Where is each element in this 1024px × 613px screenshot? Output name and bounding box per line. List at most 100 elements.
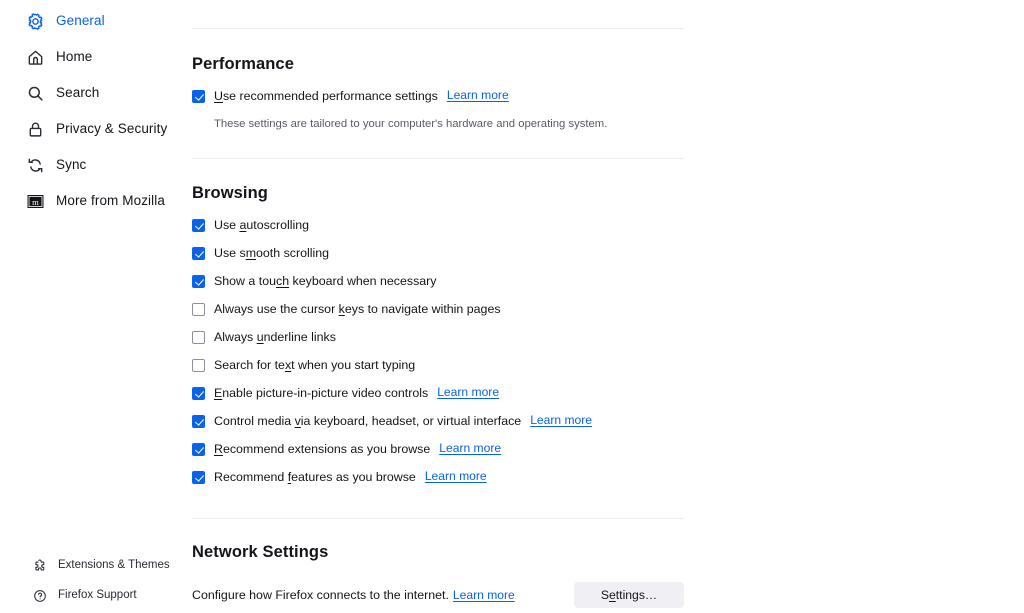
sidebar-item-privacy-security[interactable]: Privacy & Security (0, 111, 192, 147)
performance-note: These settings are tailored to your comp… (214, 118, 608, 130)
label-post: keyboard when necessary (289, 274, 437, 288)
access-key: ch (276, 274, 290, 288)
checkbox-use-autoscrolling[interactable] (192, 219, 205, 232)
access-key: u (256, 330, 264, 344)
row-label: Always underline links (214, 329, 336, 345)
row-label: Use autoscrolling (214, 217, 309, 233)
row-recommend-extensions[interactable]: Recommend extensions as you browse Learn… (192, 441, 684, 469)
browsing-options-list: Use autoscrolling Use smooth scrolling S… (192, 217, 684, 497)
row-always-underline-links[interactable]: Always underline links (192, 329, 684, 357)
sidebar-nav-list: General Home Search Privacy & Security S… (0, 3, 192, 219)
label-pre: Recommend (214, 470, 288, 484)
sidebar-item-sync[interactable]: Sync (0, 147, 192, 183)
checkbox-search-for-text-when-typing[interactable] (192, 359, 205, 372)
learn-more-link[interactable]: Learn more (530, 413, 592, 427)
divider-performance-browsing (192, 158, 684, 159)
divider-browsing-network (192, 518, 684, 519)
row-control-media-via-keyboard[interactable]: Control media via keyboard, headset, or … (192, 413, 684, 441)
svg-text:m: m (32, 197, 39, 207)
network-settings-row: Configure how Firefox connects to the in… (192, 582, 684, 608)
performance-heading: Performance (192, 55, 294, 73)
firefox-settings-page: General Home Search Privacy & Security S… (0, 0, 1024, 613)
sidebar-item-label: Privacy & Security (56, 121, 168, 137)
row-label: Search for text when you start typing (214, 357, 415, 373)
sidebar-item-label: General (56, 13, 105, 29)
learn-more-link[interactable]: Learn more (447, 88, 509, 102)
label-pre: Control media (214, 414, 295, 428)
label-post: ia keyboard, headset, or virtual interfa… (300, 414, 522, 428)
row-label: Recommend extensions as you browse (214, 441, 430, 457)
access-key: R (214, 442, 223, 456)
row-use-smooth-scrolling[interactable]: Use smooth scrolling (192, 245, 684, 273)
sidebar-item-label: Search (56, 85, 100, 101)
row-label: Show a touch keyboard when necessary (214, 273, 437, 289)
sidebar-item-more-from-mozilla[interactable]: m More from Mozilla (0, 183, 192, 219)
settings-content: Performance Use recommended performance … (192, 0, 685, 608)
sidebar-item-firefox-support[interactable]: Firefox Support (0, 581, 192, 611)
label-post: nable picture-in-picture video controls (222, 386, 429, 400)
row-always-use-cursor-keys[interactable]: Always use the cursor keys to navigate w… (192, 301, 684, 329)
puzzle-piece-icon (33, 559, 47, 573)
row-label: Recommend features as you browse (214, 469, 416, 485)
learn-more-link[interactable]: Learn more (425, 469, 487, 483)
sidebar-item-label: Home (56, 49, 93, 65)
checkbox-recommend-features[interactable] (192, 471, 205, 484)
performance-section: Performance Use recommended performance … (192, 55, 684, 132)
network-description: Configure how Firefox connects to the in… (192, 588, 449, 602)
checkbox-recommend-extensions[interactable] (192, 443, 205, 456)
row-use-recommended-performance[interactable]: Use recommended performance settings Lea… (192, 88, 684, 116)
row-search-for-text-when-typing[interactable]: Search for text when you start typing (192, 357, 684, 385)
label-post: ecommend extensions as you browse (222, 442, 431, 456)
label-post: nderline links (263, 330, 336, 344)
row-recommend-features[interactable]: Recommend features as you browse Learn m… (192, 469, 684, 497)
checkbox-always-underline-links[interactable] (192, 331, 205, 344)
network-settings-button[interactable]: Se ttings… (574, 582, 684, 608)
lock-icon (27, 121, 44, 138)
learn-more-link[interactable]: Learn more (453, 588, 515, 602)
network-description-wrap: Configure how Firefox connects to the in… (192, 586, 515, 604)
sidebar-item-search[interactable]: Search (0, 75, 192, 111)
row-show-touch-keyboard[interactable]: Show a touch keyboard when necessary (192, 273, 684, 301)
sidebar-item-extensions-themes[interactable]: Extensions & Themes (0, 551, 192, 581)
checkbox-control-media-via-keyboard[interactable] (192, 415, 205, 428)
learn-more-link[interactable]: Learn more (437, 385, 499, 399)
sidebar-item-general[interactable]: General (0, 3, 192, 39)
label-post: utoscrolling (246, 218, 310, 232)
label-post: t when you start typing (291, 358, 416, 372)
learn-more-link[interactable]: Learn more (439, 441, 501, 455)
label-post: eys to navigate within pages (344, 302, 501, 316)
sidebar-item-label: Sync (56, 157, 87, 173)
row-use-autoscrolling[interactable]: Use autoscrolling (192, 217, 684, 245)
mozilla-m-icon: m (27, 193, 44, 210)
label-pre: Use (214, 218, 240, 232)
label-post: eatures as you browse (291, 470, 416, 484)
row-label: Control media via keyboard, headset, or … (214, 413, 521, 429)
checkbox-enable-picture-in-picture[interactable] (192, 387, 205, 400)
label-pre: Search for te (214, 358, 285, 372)
sidebar-footer-label: Firefox Support (58, 589, 137, 602)
label-pre: Always (214, 330, 257, 344)
row-label: Use smooth scrolling (214, 245, 329, 261)
settings-sidebar: General Home Search Privacy & Security S… (0, 0, 192, 613)
row-label: Use recommended performance settings (214, 88, 438, 104)
sidebar-footer: Extensions & Themes Firefox Support (0, 551, 192, 611)
checkbox-use-recommended-performance[interactable] (192, 90, 205, 103)
row-enable-picture-in-picture[interactable]: Enable picture-in-picture video controls… (192, 385, 684, 413)
label-pre: Always use the cursor (214, 302, 339, 316)
network-settings-section: Network Settings Configure how Firefox c… (192, 543, 684, 608)
access-key: U (214, 89, 223, 103)
settings-main-pane: Performance Use recommended performance … (192, 0, 1024, 613)
network-settings-heading: Network Settings (192, 543, 329, 561)
label-text: se recommended performance settings (222, 89, 438, 103)
browsing-heading: Browsing (192, 184, 268, 202)
row-label: Enable picture-in-picture video controls (214, 385, 428, 401)
checkbox-use-smooth-scrolling[interactable] (192, 247, 205, 260)
label-pre: Show a tou (214, 274, 276, 288)
checkbox-always-use-cursor-keys[interactable] (192, 303, 205, 316)
button-post: ttings… (615, 588, 658, 602)
button-pre: S (600, 588, 610, 602)
home-icon (27, 49, 44, 66)
sidebar-footer-label: Extensions & Themes (58, 559, 170, 572)
checkbox-show-touch-keyboard[interactable] (192, 275, 205, 288)
sidebar-item-home[interactable]: Home (0, 39, 192, 75)
